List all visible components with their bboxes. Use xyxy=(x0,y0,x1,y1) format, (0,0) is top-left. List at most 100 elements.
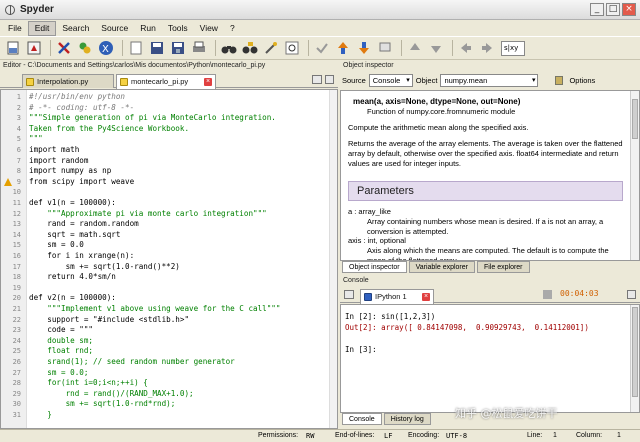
pane-options-icon[interactable] xyxy=(325,75,334,84)
menu-tools[interactable]: Tools xyxy=(162,21,194,36)
tab-list-icon[interactable] xyxy=(312,75,322,84)
source-combo[interactable]: Console xyxy=(368,73,413,87)
menu-view[interactable]: View xyxy=(194,21,224,36)
param-a-desc: Array containing numbers whose mean is d… xyxy=(367,217,604,236)
code-line: 22 support = "#include <stdlib.h>" xyxy=(1,315,331,326)
back-icon[interactable] xyxy=(457,39,475,57)
menu-file[interactable]: File xyxy=(2,21,28,36)
code-line: 11 def v1(n = 100000): xyxy=(1,198,331,209)
line-number: 14 xyxy=(12,230,21,239)
watermark: 知乎 @松鼠爱吃饼干 xyxy=(455,407,558,420)
line-number: 1 xyxy=(16,93,21,101)
code-text: rnd = rand()/(RAND_MAX+1.0); xyxy=(29,388,194,398)
menu-search[interactable]: Search xyxy=(56,21,95,36)
console-scrollbar[interactable] xyxy=(630,305,639,412)
open-icon[interactable] xyxy=(127,39,145,57)
console-output[interactable]: In [2]: sin([1,2,3]) Out[2]: array([ 0.8… xyxy=(340,304,640,413)
line-number: 5 xyxy=(16,135,21,144)
console-options-icon[interactable] xyxy=(627,290,636,299)
check-icon[interactable] xyxy=(313,39,331,57)
code-line: 7 import random xyxy=(1,156,331,167)
line-number: 17 xyxy=(12,262,21,271)
save-all-icon[interactable] xyxy=(169,39,187,57)
move-down-icon[interactable] xyxy=(427,39,445,57)
code-text: } xyxy=(29,410,52,419)
minimize-button[interactable]: _ xyxy=(590,3,604,16)
code-text: sm += sqrt(1.0-rnd*rnd); xyxy=(29,399,176,409)
new-file-icon[interactable] xyxy=(4,39,22,57)
encoding-label: Encoding: xyxy=(408,432,440,439)
find-icon[interactable] xyxy=(283,39,301,57)
tab-label: IPython 1 xyxy=(375,292,407,301)
indent-icon[interactable] xyxy=(334,39,352,57)
tab-console[interactable]: Console xyxy=(342,413,382,425)
code-line: 21 """Implement v1 above using weave for… xyxy=(1,304,331,315)
inspector-scrollbar[interactable] xyxy=(630,91,639,260)
code-text: from scipy import weave xyxy=(29,176,135,186)
permissions-label: Permissions: xyxy=(258,432,299,439)
object-combo[interactable]: numpy.mean xyxy=(440,73,539,87)
print-icon[interactable] xyxy=(190,39,208,57)
options-button[interactable]: Options xyxy=(569,76,595,85)
inspector-toolbar: Source Console Object numpy.mean Options xyxy=(340,72,640,88)
tab-object-inspector[interactable]: Object inspector xyxy=(342,261,407,273)
tab-montecarlo[interactable]: montecarlo_pi.py × xyxy=(116,74,216,89)
code-line: 26 srand(1); // seed random number gener… xyxy=(1,357,331,368)
code-line: 18 return 4.0*sm/n xyxy=(1,272,331,283)
line-number: 2 xyxy=(16,103,21,112)
stop-icon[interactable] xyxy=(55,39,73,57)
menu-edit[interactable]: Edit xyxy=(27,20,57,36)
code-text: import random xyxy=(29,155,89,165)
line-number: 29 xyxy=(12,389,21,398)
code-text: # -*- coding: utf-8 -*- xyxy=(29,102,135,112)
code-line: 17 sm += sqrt(1.0-rand()**2) xyxy=(1,262,331,273)
tab-history-log[interactable]: History log xyxy=(383,413,431,425)
menu-bar: File Edit Search Source Run Tools View ? xyxy=(0,20,640,36)
run-icon[interactable] xyxy=(25,39,43,57)
tab-ipython[interactable]: IPython 1 × xyxy=(360,289,434,304)
binoculars-replace-icon[interactable] xyxy=(241,39,259,57)
eol-value: LF xyxy=(384,432,393,440)
line-number: 27 xyxy=(12,368,21,377)
python-file-icon xyxy=(120,78,128,86)
editor-tabs: Interpolation.py montecarlo_pi.py × xyxy=(0,72,338,89)
stop-console-icon[interactable] xyxy=(543,290,552,299)
move-up-icon[interactable] xyxy=(406,39,424,57)
editor-scrollbar[interactable] xyxy=(329,90,337,428)
doc-description: Returns the average of the array element… xyxy=(348,139,623,168)
warning-icon[interactable] xyxy=(4,177,12,186)
code-line: 10 xyxy=(1,187,331,198)
unindent-icon[interactable] xyxy=(355,39,373,57)
console-menu-icon[interactable] xyxy=(344,290,354,299)
forward-icon[interactable] xyxy=(478,39,496,57)
line-number: 7 xyxy=(16,156,21,165)
lock-icon[interactable] xyxy=(555,75,564,85)
line-number: 6 xyxy=(16,146,21,154)
menu-run[interactable]: Run xyxy=(134,21,162,36)
comment-icon[interactable] xyxy=(376,39,394,57)
close-console-icon[interactable]: × xyxy=(422,293,430,301)
wand-icon[interactable] xyxy=(262,39,280,57)
console-header: Console xyxy=(340,275,640,286)
tab-file-explorer[interactable]: File explorer xyxy=(477,261,530,273)
close-button[interactable]: × xyxy=(622,3,636,16)
tab-variable-explorer[interactable]: Variable explorer xyxy=(408,261,475,273)
line-number: 21 xyxy=(12,305,21,313)
save-icon[interactable] xyxy=(148,39,166,57)
maximize-button[interactable]: □ xyxy=(606,3,620,16)
binoculars-icon[interactable] xyxy=(220,39,238,57)
line-number: 13 xyxy=(12,220,21,229)
close-tab-icon[interactable]: × xyxy=(204,78,212,86)
code-editor[interactable]: 1 #!/usr/bin/env python 2 # -*- coding: utf… xyxy=(0,89,338,429)
code-text: sm += sqrt(1.0-rand()**2) xyxy=(29,261,180,271)
python-icon[interactable]: X xyxy=(97,39,115,57)
menu-help[interactable]: ? xyxy=(224,21,241,36)
tab-interpolation[interactable]: Interpolation.py xyxy=(22,74,114,88)
code-line: 23 code = """ xyxy=(1,325,331,336)
code-text: import math xyxy=(29,145,80,154)
working-dir-combo[interactable]: s|xy xyxy=(501,40,525,56)
tools-icon[interactable] xyxy=(76,39,94,57)
code-line: 19 xyxy=(1,283,331,294)
menu-source[interactable]: Source xyxy=(95,21,134,36)
console-timer: 00:04:03 xyxy=(560,289,599,298)
